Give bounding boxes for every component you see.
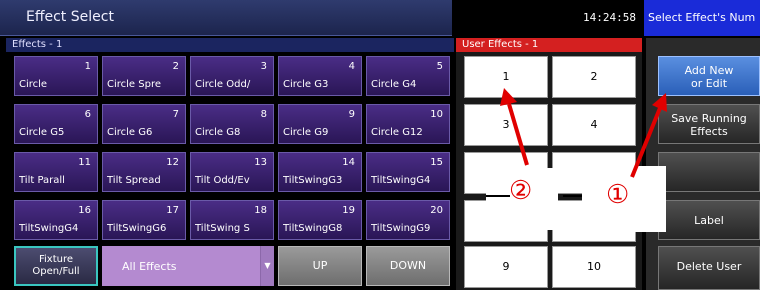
arrow-1-icon (630, 93, 667, 178)
annotation-marker-2: ② (509, 176, 533, 206)
annotation-marker-1: ① (606, 180, 630, 210)
annotation-overlay (486, 88, 667, 197)
arrow-2-icon (500, 88, 529, 166)
